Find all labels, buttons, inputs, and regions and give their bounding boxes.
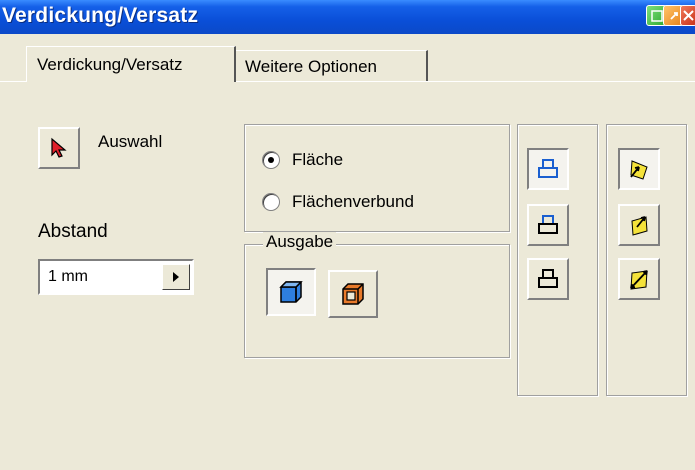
title-bar[interactable]: Verdickung/Versatz — [0, 0, 695, 34]
close-button[interactable] — [680, 5, 695, 26]
radio-flaechenverbund[interactable]: Flächenverbund — [262, 192, 414, 212]
offset-direction-icon — [538, 159, 558, 178]
selection-button[interactable] — [38, 127, 80, 169]
distance-field[interactable]: 1 mm — [38, 259, 194, 295]
output-hollow-button[interactable] — [328, 270, 378, 318]
direction-symmetric-button[interactable] — [527, 258, 569, 300]
radio-button-checked[interactable] — [262, 151, 280, 169]
flip-forward-button[interactable] — [618, 148, 660, 190]
flip-reverse-button[interactable] — [618, 204, 660, 246]
minimize-icon — [650, 9, 663, 22]
radio-flaeche[interactable]: Fläche — [262, 150, 343, 170]
selection-label: Auswahl — [98, 132, 163, 151]
direction-both-button[interactable] — [527, 148, 569, 190]
close-icon — [683, 10, 694, 21]
distance-arrow-button[interactable] — [162, 264, 190, 290]
flip-reverse-icon — [631, 216, 648, 236]
triangle-right-icon — [173, 272, 179, 282]
solid-cube-icon — [279, 281, 303, 303]
hollow-cube-icon — [342, 283, 364, 305]
direction-side-button[interactable] — [527, 204, 569, 246]
flip-direction-icon — [630, 160, 648, 180]
arrow-cursor-icon — [51, 137, 67, 158]
tab-weitere-optionen[interactable]: Weitere Optionen — [236, 50, 428, 81]
flip-both-icon — [630, 270, 648, 290]
output-solid-button[interactable] — [266, 268, 316, 316]
radio-flaeche-label: Fläche — [292, 150, 344, 169]
mode-group — [244, 124, 510, 232]
window-title: Verdickung/Versatz — [2, 4, 199, 27]
offset-side-icon — [538, 215, 558, 234]
output-group-title: Ausgabe — [263, 232, 337, 252]
radio-flaechenverbund-label: Flächenverbund — [292, 192, 414, 211]
radio-button[interactable] — [262, 193, 280, 211]
tab-verdickung[interactable]: Verdickung/Versatz — [26, 46, 236, 82]
flip-both-button[interactable] — [618, 258, 660, 300]
distance-label: Abstand — [38, 221, 108, 242]
dialog-panel: Verdickung/Versatz Weitere Optionen Ausw… — [0, 34, 695, 470]
distance-value[interactable]: 1 mm — [48, 268, 88, 286]
help-icon — [669, 11, 678, 20]
offset-symmetric-icon — [538, 269, 558, 288]
